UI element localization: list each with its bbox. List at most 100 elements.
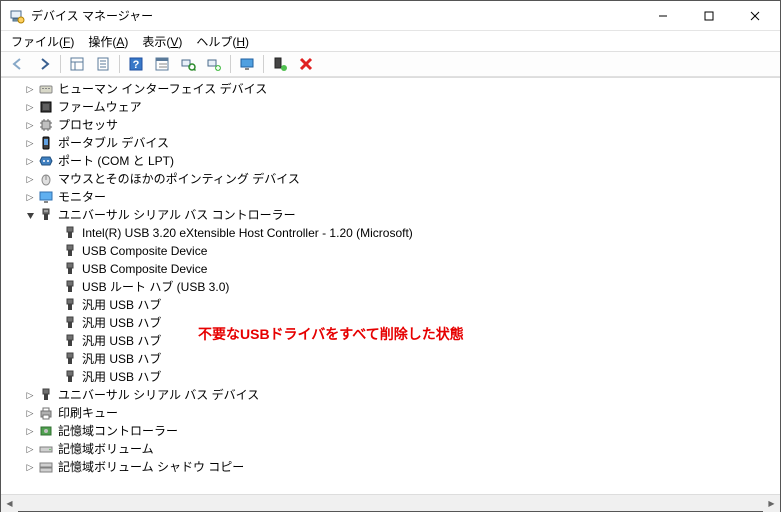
monitor-icon [38,189,54,205]
tree-label: 汎用 USB ハブ [82,296,161,314]
tree-label: ファームウェア [58,98,142,116]
minimize-button[interactable] [640,1,686,31]
tree-label: Intel(R) USB 3.20 eXtensible Host Contro… [82,224,413,242]
expand-icon[interactable]: ▷ [23,100,37,114]
tree-node-roothub[interactable]: USB ルート ハブ (USB 3.0) [1,278,780,296]
forward-button[interactable] [32,53,56,75]
expand-icon[interactable]: ▷ [23,388,37,402]
tree-label: ポート (COM と LPT) [58,152,174,170]
usb-icon [62,369,78,385]
tree-node-ports[interactable]: ▷ ポート (COM と LPT) [1,152,780,170]
help-button[interactable]: ? [124,53,148,75]
tree-label: ユニバーサル シリアル バス デバイス [58,386,259,404]
ports-icon [38,153,54,169]
usb-icon [62,225,78,241]
tree-node-xhci[interactable]: Intel(R) USB 3.20 eXtensible Host Contro… [1,224,780,242]
tree-label: プロセッサ [58,116,118,134]
remove-device-button[interactable] [294,53,318,75]
usb-icon [62,297,78,313]
portable-icon [38,135,54,151]
tree-node-portable[interactable]: ▷ ポータブル デバイス [1,134,780,152]
usb-icon [62,279,78,295]
tree-node-monitor[interactable]: ▷ モニター [1,188,780,206]
device-manager-window: デバイス マネージャー ファイル(F) 操作(A) 表示(V) ヘルプ(H) [0,0,781,512]
app-icon [9,8,25,24]
tree-node-mouse[interactable]: ▷ マウスとそのほかのポインティング デバイス [1,170,780,188]
tree-node-usb-device[interactable]: ▷ ユニバーサル シリアル バス デバイス [1,386,780,404]
toolbar-separator [263,55,264,73]
tree-label: ヒューマン インターフェイス デバイス [58,80,267,98]
tree-node-hub4[interactable]: 汎用 USB ハブ [1,350,780,368]
properties-button[interactable] [91,53,115,75]
toolbar-separator [119,55,120,73]
device-green-button[interactable] [268,53,292,75]
tree-node-hub5[interactable]: 汎用 USB ハブ [1,368,780,386]
tree-node-usb-controllers[interactable]: ユニバーサル シリアル バス コントローラー [1,206,780,224]
tree-label: 記憶域ボリューム [58,440,154,458]
scan-hardware-button[interactable] [176,53,200,75]
details-view-button[interactable] [150,53,174,75]
tree-label: 汎用 USB ハブ [82,332,161,350]
usb-icon [62,333,78,349]
toolbar: ? [1,51,780,77]
tree-view[interactable]: ▷ ヒューマン インターフェイス デバイス ▷ ファームウェア ▷ プロセッサ … [1,77,780,494]
annotation-text: 不要なUSBドライバをすべて削除した状態 [198,324,464,344]
usb-icon [38,387,54,403]
tree-node-hub1[interactable]: 汎用 USB ハブ [1,296,780,314]
monitor-button[interactable] [235,53,259,75]
tree-node-storage-shadow[interactable]: ▷ 記憶域ボリューム シャドウ コピー [1,458,780,476]
tree-label: USB ルート ハブ (USB 3.0) [82,278,229,296]
expand-icon[interactable]: ▷ [23,118,37,132]
expand-icon[interactable]: ▷ [23,154,37,168]
back-button[interactable] [6,53,30,75]
menu-view[interactable]: 表示(V) [136,32,188,51]
add-legacy-button[interactable] [202,53,226,75]
expand-icon[interactable]: ▷ [23,172,37,186]
drive-icon [38,441,54,457]
menu-action[interactable]: 操作(A) [82,32,134,51]
expand-icon[interactable]: ▷ [23,460,37,474]
titlebar: デバイス マネージャー [1,1,780,31]
horizontal-scrollbar[interactable]: ◀ ▶ [1,494,780,511]
usb-icon [62,243,78,259]
tree-label: 記憶域コントローラー [58,422,178,440]
menu-file[interactable]: ファイル(F) [5,32,80,51]
usb-icon [62,351,78,367]
menubar: ファイル(F) 操作(A) 表示(V) ヘルプ(H) [1,31,780,51]
tree-label: 汎用 USB ハブ [82,368,161,386]
processor-icon [38,117,54,133]
expand-icon[interactable]: ▷ [23,82,37,96]
tree-node-composite2[interactable]: USB Composite Device [1,260,780,278]
storage-ctrl-icon [38,423,54,439]
tree-label: 記憶域ボリューム シャドウ コピー [58,458,244,476]
firmware-icon [38,99,54,115]
tree-node-composite1[interactable]: USB Composite Device [1,242,780,260]
maximize-button[interactable] [686,1,732,31]
show-all-button[interactable] [65,53,89,75]
tree-label: USB Composite Device [82,260,207,278]
tree-node-hid[interactable]: ▷ ヒューマン インターフェイス デバイス [1,80,780,98]
menu-help[interactable]: ヘルプ(H) [190,32,255,51]
expand-icon[interactable]: ▷ [23,136,37,150]
tree-node-print-queue[interactable]: ▷ 印刷キュー [1,404,780,422]
tree-node-firmware[interactable]: ▷ ファームウェア [1,98,780,116]
expand-icon[interactable]: ▷ [23,190,37,204]
expand-icon[interactable]: ▷ [23,424,37,438]
toolbar-separator [60,55,61,73]
tree-label: ポータブル デバイス [58,134,169,152]
scroll-right-button[interactable]: ▶ [763,495,780,512]
tree-label: モニター [58,188,106,206]
tree-node-storage-ctrl[interactable]: ▷ 記憶域コントローラー [1,422,780,440]
mouse-icon [38,171,54,187]
tree-node-storage-vol[interactable]: ▷ 記憶域ボリューム [1,440,780,458]
tree-label: マウスとそのほかのポインティング デバイス [58,170,300,188]
close-button[interactable] [732,1,778,31]
tree-node-processor[interactable]: ▷ プロセッサ [1,116,780,134]
printer-icon [38,405,54,421]
expand-icon[interactable]: ▷ [23,406,37,420]
scroll-left-button[interactable]: ◀ [1,495,18,512]
scroll-track[interactable] [18,495,763,511]
expand-icon[interactable]: ▷ [23,442,37,456]
window-title: デバイス マネージャー [31,7,153,24]
collapse-icon[interactable] [23,208,37,222]
